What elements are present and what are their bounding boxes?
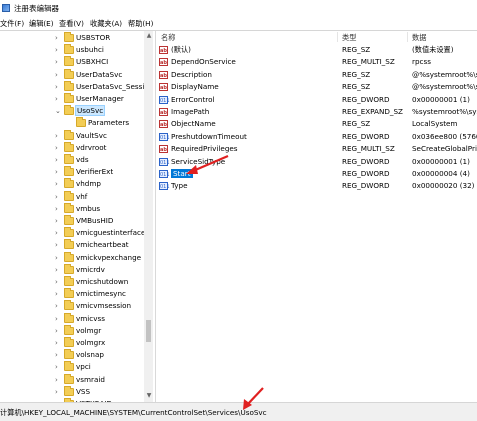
annotation-arrow-start bbox=[186, 154, 229, 174]
annotation-arrows bbox=[186, 154, 264, 410]
annotation-arrow-statusbar bbox=[243, 387, 264, 410]
